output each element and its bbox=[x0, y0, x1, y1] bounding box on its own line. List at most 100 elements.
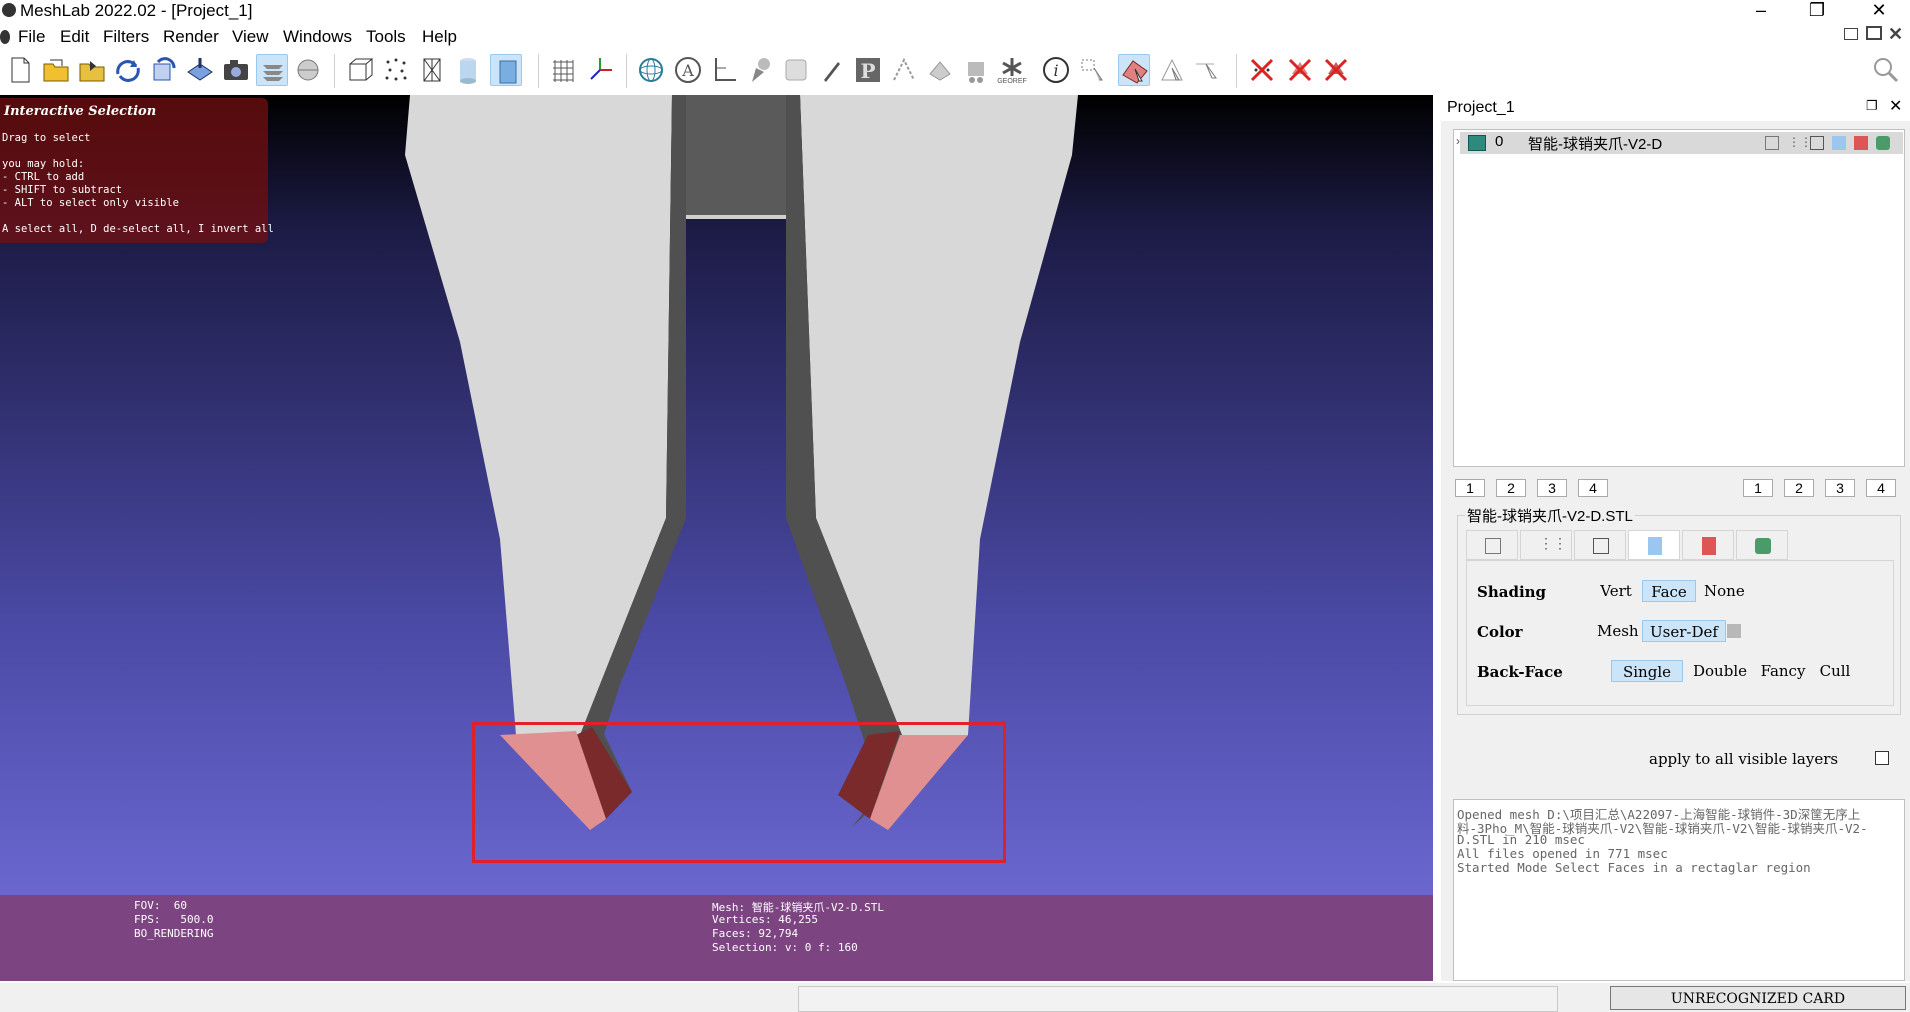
measure-icon[interactable] bbox=[708, 54, 740, 86]
mdi-minimize-icon[interactable] bbox=[1844, 28, 1858, 40]
layer-list[interactable]: › 0 智能-球销夹爪-V2-D ⋮⋮ bbox=[1453, 129, 1905, 467]
layer-smooth-icon[interactable] bbox=[1832, 136, 1846, 150]
rendering-readout: BO_RENDERING bbox=[134, 927, 214, 940]
menu-tools[interactable]: Tools bbox=[366, 24, 406, 50]
trackball-icon[interactable] bbox=[635, 54, 667, 86]
backface-double-option[interactable]: Double bbox=[1690, 660, 1750, 682]
align-icon[interactable] bbox=[888, 54, 920, 86]
delete-faces-icon[interactable] bbox=[1284, 54, 1316, 86]
reload-all-icon[interactable] bbox=[148, 54, 180, 86]
layer-texture-icon[interactable] bbox=[1876, 136, 1890, 150]
points-icon[interactable] bbox=[380, 54, 412, 86]
color-mesh-option[interactable]: Mesh bbox=[1597, 620, 1639, 642]
view-button-3-right[interactable]: 3 bbox=[1825, 479, 1855, 497]
info-icon[interactable]: i bbox=[1040, 54, 1072, 86]
snapshot-icon[interactable] bbox=[220, 54, 252, 86]
export-mesh-icon[interactable] bbox=[184, 54, 216, 86]
open-project-icon[interactable] bbox=[40, 54, 72, 86]
smooth-icon[interactable] bbox=[490, 54, 522, 86]
log-window[interactable]: Opened mesh D:\项目汇总\A22097-上海智能-球销件-3D深筐… bbox=[1453, 799, 1905, 981]
menu-render[interactable]: Render bbox=[163, 24, 219, 50]
search-icon[interactable] bbox=[1870, 54, 1902, 86]
restore-icon[interactable]: ❐ bbox=[1794, 0, 1840, 22]
label-icon[interactable]: A bbox=[672, 54, 704, 86]
delete-all-icon[interactable] bbox=[1320, 54, 1352, 86]
backface-single-option[interactable]: Single bbox=[1611, 660, 1683, 682]
view-button-3[interactable]: 3 bbox=[1537, 479, 1567, 497]
window-title: MeshLab 2022.02 - [Project_1] bbox=[20, 1, 253, 20]
layer-row[interactable]: › 0 智能-球销夹爪-V2-D ⋮⋮ bbox=[1456, 132, 1903, 154]
layer-selection-icon[interactable] bbox=[1854, 136, 1868, 150]
grid-icon[interactable] bbox=[547, 54, 579, 86]
tab-selection[interactable] bbox=[1682, 530, 1734, 560]
select-connected-icon[interactable] bbox=[1156, 54, 1188, 86]
georef-icon[interactable]: GEOREF bbox=[996, 54, 1028, 86]
view-button-1-right[interactable]: 1 bbox=[1743, 479, 1773, 497]
shading-face-option[interactable]: Face bbox=[1642, 580, 1696, 602]
backface-fancy-option[interactable]: Fancy bbox=[1757, 660, 1809, 682]
ambient-occlusion-icon[interactable] bbox=[292, 54, 324, 86]
axis-icon[interactable] bbox=[584, 54, 616, 86]
apply-all-checkbox[interactable] bbox=[1875, 751, 1889, 765]
tab-texture[interactable] bbox=[1736, 530, 1788, 560]
minimize-icon[interactable]: – bbox=[1738, 0, 1784, 22]
wireframe-icon[interactable] bbox=[416, 54, 448, 86]
menu-windows[interactable]: Windows bbox=[283, 24, 352, 50]
close-icon[interactable]: ✕ bbox=[1856, 0, 1902, 22]
color-swatch[interactable] bbox=[1727, 624, 1741, 638]
menu-edit[interactable]: Edit bbox=[60, 24, 89, 50]
tab-points[interactable]: ⋮⋮ bbox=[1520, 530, 1572, 560]
reload-icon[interactable] bbox=[112, 54, 144, 86]
view-button-2-right[interactable]: 2 bbox=[1784, 479, 1814, 497]
paint-icon[interactable] bbox=[744, 54, 776, 86]
robot-icon[interactable] bbox=[960, 54, 992, 86]
view-button-4[interactable]: 4 bbox=[1578, 479, 1608, 497]
menu-help[interactable]: Help bbox=[422, 24, 457, 50]
app-menu-icon[interactable] bbox=[0, 30, 10, 44]
layer-wireframe-icon[interactable] bbox=[1810, 136, 1824, 150]
menu-filters[interactable]: Filters bbox=[103, 24, 149, 50]
new-project-icon[interactable] bbox=[4, 54, 36, 86]
layers-icon[interactable] bbox=[256, 54, 288, 86]
svg-text:i: i bbox=[1053, 61, 1058, 80]
float-panel-icon[interactable]: ❐ bbox=[1866, 98, 1878, 114]
p-icon[interactable]: P bbox=[852, 54, 884, 86]
visibility-eye-icon[interactable] bbox=[1468, 135, 1486, 151]
tab-bbox[interactable] bbox=[1466, 530, 1518, 560]
backface-cull-option[interactable]: Cull bbox=[1815, 660, 1855, 682]
color-userdef-option[interactable]: User-Def bbox=[1642, 620, 1726, 642]
expand-arrow-icon[interactable]: › bbox=[1456, 134, 1460, 148]
view-button-1[interactable]: 1 bbox=[1455, 479, 1485, 497]
shading-vert-option[interactable]: Vert bbox=[1597, 580, 1635, 602]
toolbar: A P GEOREF i bbox=[0, 52, 1910, 152]
pick-icon[interactable] bbox=[780, 54, 812, 86]
tab-fill[interactable] bbox=[1628, 530, 1680, 560]
mdi-close-icon[interactable]: ✕ bbox=[1888, 24, 1903, 45]
project-panel: Project_1 ❐ ✕ › 0 智能-球销夹爪-V2-D ⋮⋮ 1 2 3 … bbox=[1441, 95, 1910, 981]
brush-icon[interactable] bbox=[816, 54, 848, 86]
selection-help-panel: Interactive Selection Drag to select you… bbox=[0, 98, 274, 243]
tab-selection-icon bbox=[1702, 537, 1716, 555]
close-panel-icon[interactable]: ✕ bbox=[1889, 96, 1902, 116]
select-point-icon[interactable] bbox=[1192, 54, 1224, 86]
tab-wireframe[interactable] bbox=[1574, 530, 1626, 560]
3d-viewport[interactable]: Interactive Selection Drag to select you… bbox=[0, 95, 1433, 981]
import-mesh-icon[interactable] bbox=[76, 54, 108, 86]
manipulate-icon[interactable] bbox=[924, 54, 956, 86]
shading-none-option[interactable]: None bbox=[1704, 580, 1745, 602]
flat-icon[interactable] bbox=[452, 54, 484, 86]
bounding-box-icon[interactable] bbox=[344, 54, 376, 86]
view-button-2[interactable]: 2 bbox=[1496, 479, 1526, 497]
graphics-card-status: UNRECOGNIZED CARD bbox=[1610, 986, 1906, 1010]
view-button-4-right[interactable]: 4 bbox=[1866, 479, 1896, 497]
selection-help-line: A select all, D de-select all, I invert … bbox=[2, 223, 274, 235]
menu-file[interactable]: File bbox=[18, 24, 45, 50]
layer-bbox-icon[interactable] bbox=[1765, 136, 1779, 150]
select-faces-rect-icon[interactable] bbox=[1118, 54, 1150, 86]
layer-points-icon[interactable]: ⋮⋮ bbox=[1788, 135, 1812, 149]
delete-vertices-icon[interactable] bbox=[1246, 54, 1278, 86]
select-vertices-icon[interactable] bbox=[1078, 54, 1110, 86]
fov-readout: FOV: 60 bbox=[134, 899, 187, 912]
mdi-restore-icon[interactable] bbox=[1866, 26, 1882, 40]
menu-view[interactable]: View bbox=[232, 24, 269, 50]
